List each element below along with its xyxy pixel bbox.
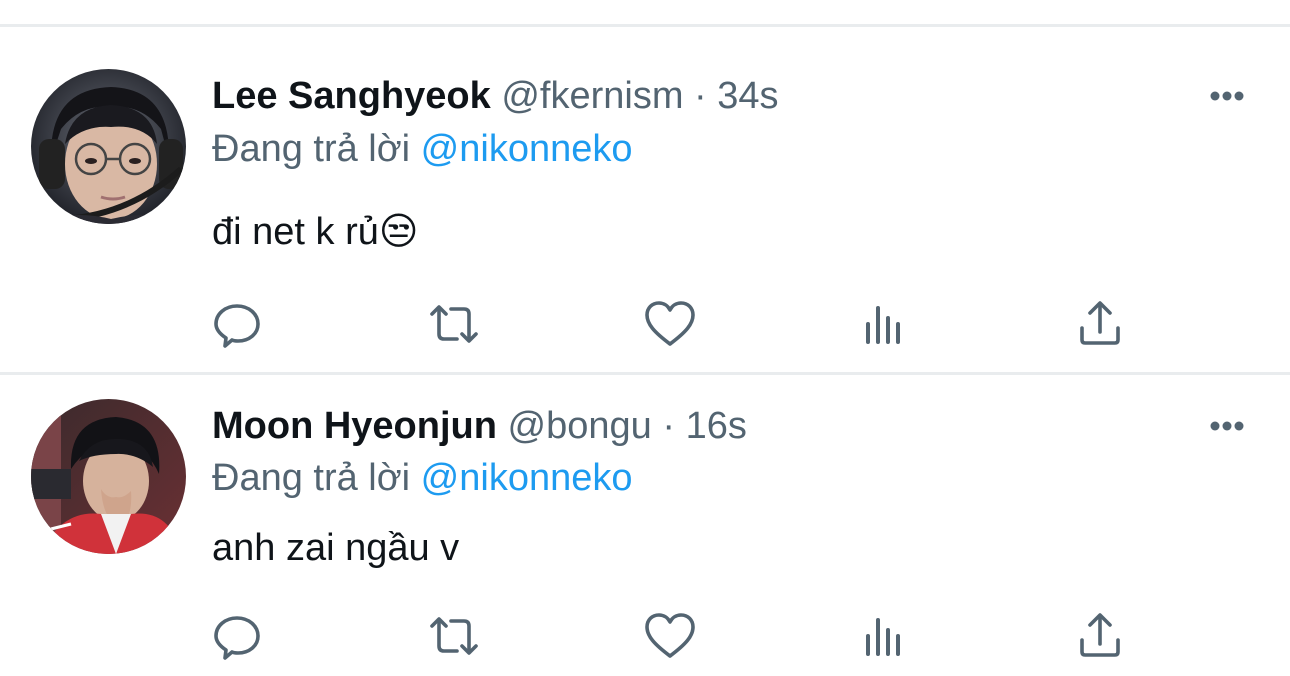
views-icon[interactable] [856, 606, 916, 666]
replying-to: Đang trả lời @nikonneko [212, 124, 633, 174]
more-icon[interactable] [1200, 411, 1254, 441]
tweet-divider [0, 372, 1290, 375]
user-handle[interactable]: @bongu [508, 405, 652, 447]
timestamp[interactable]: 16s [686, 405, 747, 447]
views-icon[interactable] [856, 294, 916, 354]
top-divider [0, 24, 1290, 27]
heart-icon[interactable] [640, 294, 700, 354]
retweet-icon[interactable] [424, 294, 484, 354]
avatar[interactable] [31, 69, 186, 224]
action-bar [0, 606, 1290, 666]
user-handle[interactable]: @fkernism [501, 75, 683, 117]
tweet-text: anh zai ngầu v [212, 527, 460, 569]
tweet-header: Moon Hyeonjun @bongu · 16s [212, 401, 747, 451]
mention-link[interactable]: @nikonneko [421, 128, 633, 170]
action-bar [0, 294, 1290, 354]
tweet-header: Lee Sanghyeok @fkernism · 34s [212, 71, 779, 121]
replying-to-label: Đang trả lời [212, 457, 411, 499]
separator: · [694, 75, 707, 117]
share-icon[interactable] [1070, 606, 1130, 666]
mention-link[interactable]: @nikonneko [421, 457, 633, 499]
heart-icon[interactable] [640, 606, 700, 666]
separator: · [662, 405, 675, 447]
share-icon[interactable] [1070, 294, 1130, 354]
reply-icon[interactable] [207, 294, 267, 354]
more-icon[interactable] [1200, 81, 1254, 111]
replying-to-label: Đang trả lời [212, 128, 411, 170]
timestamp[interactable]: 34s [717, 75, 778, 117]
reply-icon[interactable] [207, 606, 267, 666]
replying-to: Đang trả lời @nikonneko [212, 453, 633, 503]
avatar[interactable] [31, 399, 186, 554]
tweet-text: đi net k rủ😒 [212, 211, 419, 253]
display-name[interactable]: Lee Sanghyeok [212, 75, 491, 117]
display-name[interactable]: Moon Hyeonjun [212, 405, 497, 447]
retweet-icon[interactable] [424, 606, 484, 666]
